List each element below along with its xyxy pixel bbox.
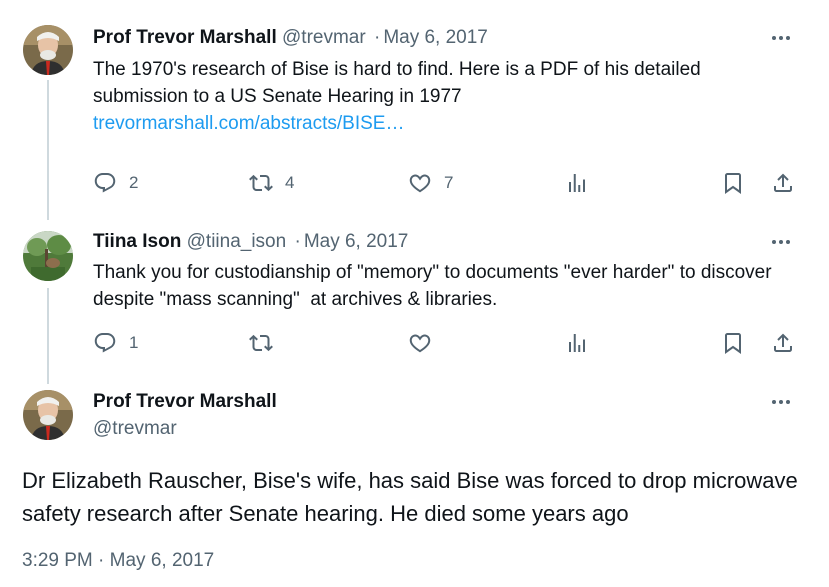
like-button[interactable] [408,328,432,358]
retweet-icon [249,171,273,195]
reply-count: 1 [129,333,139,352]
tweet-header: Prof Trevor Marshall @trevmar · May 6, 20… [93,26,488,50]
author-name[interactable]: Prof Trevor Marshall [93,390,277,414]
like-icon [408,331,432,355]
tweet-body: Thank you for custodianship of "memory" … [93,262,777,310]
views-icon [565,331,589,355]
main-tweet-text: Dr Elizabeth Rauscher, Bise's wife, has … [22,468,798,526]
reply-button[interactable]: 2 [93,168,138,198]
author-handle[interactable]: @trevmar [93,417,177,441]
views-button[interactable] [565,168,589,198]
more-dots-icon[interactable] [769,28,793,48]
reply-count: 2 [129,173,139,192]
bookmark-button[interactable] [721,168,745,198]
thread-connector-line [47,288,49,384]
author-name[interactable]: Prof Trevor Marshall [93,27,277,48]
share-button[interactable] [771,168,795,198]
reply-icon [93,331,117,355]
more-dots-icon[interactable] [769,232,793,252]
more-dots-icon[interactable] [769,392,793,412]
retweet-icon [249,331,273,355]
tweet-body: The 1970's research of Bise is hard to f… [93,59,701,107]
retweet-count: 4 [285,173,295,192]
main-tweet-timestamp[interactable]: 3:29 PM · May 6, 2017 [22,550,214,572]
tweet-text: Thank you for custodianship of "memory" … [93,259,783,313]
retweet-button[interactable]: 4 [249,168,294,198]
tweet-text: The 1970's research of Bise is hard to f… [93,56,793,137]
tweet-date[interactable]: May 6, 2017 [304,231,409,252]
author-name[interactable]: Tiina Ison [93,231,181,252]
thread-connector-line [47,80,49,220]
like-button[interactable]: 7 [408,168,453,198]
bookmark-icon [721,171,745,195]
avatar-trevor-marshall[interactable] [23,25,73,75]
views-icon [565,171,589,195]
share-icon [771,171,795,195]
tweet-actions: 1 [93,328,803,358]
tweet-header: Tiina Ison @tiina_ison · May 6, 2017 [93,230,408,254]
retweet-button[interactable] [249,328,273,358]
reply-icon [93,171,117,195]
like-count: 7 [444,173,454,192]
author-handle[interactable]: @trevmar [282,27,366,48]
reply-button[interactable]: 1 [93,328,138,358]
author-handle[interactable]: @tiina_ison [187,231,287,252]
share-icon [771,331,795,355]
views-button[interactable] [565,328,589,358]
bookmark-button[interactable] [721,328,745,358]
avatar-trevor-marshall[interactable] [23,390,73,440]
tweet-date[interactable]: May 6, 2017 [383,27,488,48]
avatar-tiina-ison[interactable] [23,231,73,281]
like-icon [408,171,432,195]
separator-dot: · [373,27,381,48]
tweet-actions: 2 4 7 [93,168,803,198]
share-button[interactable] [771,328,795,358]
bookmark-icon [721,331,745,355]
separator-dot: · [294,231,301,252]
tweet-link[interactable]: trevormarshall.com/abstracts/BISE… [93,110,793,137]
